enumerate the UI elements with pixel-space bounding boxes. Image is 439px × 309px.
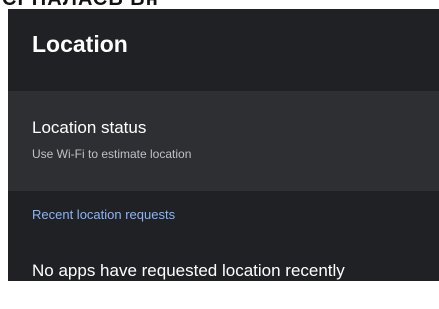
cropped-bottom-strip xyxy=(0,281,439,309)
cropped-top-text: СРНАЛАСЬ Вн xyxy=(2,0,159,9)
location-status-row[interactable]: Location status Use Wi-Fi to estimate lo… xyxy=(8,91,439,191)
location-settings-panel: Location Location status Use Wi-Fi to es… xyxy=(8,9,439,281)
recent-location-requests-header: Recent location requests xyxy=(32,207,176,222)
settings-header: Location xyxy=(8,9,439,91)
cropped-top-strip: СРНАЛАСЬ Вн xyxy=(0,0,439,9)
screenshot-frame: СРНАЛАСЬ Вн Location Location status Use… xyxy=(0,0,439,309)
location-status-subtitle: Use Wi-Fi to estimate location xyxy=(32,147,192,161)
page-title: Location xyxy=(32,31,128,57)
left-edge-margin xyxy=(0,9,8,281)
no-recent-requests-message: No apps have requested location recently xyxy=(32,261,345,280)
location-status-title: Location status xyxy=(32,118,147,137)
